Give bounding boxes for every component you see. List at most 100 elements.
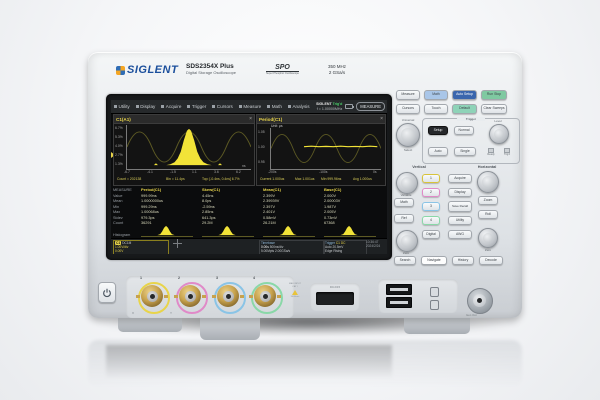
- horizontal-position-knob[interactable]: [477, 171, 499, 193]
- histogram-window-title: C1(A1): [116, 116, 131, 122]
- channel2-bnc: [174, 282, 208, 314]
- menu-utility[interactable]: Utility: [111, 100, 133, 113]
- trigger-single-button[interactable]: Single: [454, 147, 476, 156]
- save-recall-button[interactable]: Save Recall: [448, 201, 472, 212]
- universal-knob[interactable]: [396, 123, 420, 147]
- channel2-button[interactable]: 2: [422, 188, 440, 197]
- digital-button[interactable]: Digital: [422, 230, 440, 239]
- acquire-icon: [161, 105, 165, 108]
- gen-out-label: Gen Out: [466, 313, 477, 317]
- vertical-scale-knob[interactable]: [396, 230, 418, 252]
- channel1-descriptor[interactable]: C1 DC1M 1.00V/div 0.00V: [113, 240, 169, 254]
- cursors-button[interactable]: Cursors: [396, 104, 420, 114]
- level-label: Level: [494, 119, 502, 123]
- menu-cursors[interactable]: Cursors: [209, 100, 236, 113]
- horizontal-scale-knob[interactable]: [478, 228, 498, 248]
- table-row: Value 999.99ns 4.45ns 2.399V 2.000V: [113, 193, 337, 198]
- hist-ytick: 1.3%: [115, 162, 123, 166]
- ref-button[interactable]: Ref: [394, 214, 414, 223]
- trend-plot: [270, 128, 382, 170]
- hist-count: Count = 202138: [117, 177, 142, 181]
- awg-button[interactable]: AWG: [448, 230, 472, 239]
- trigger-auto-button[interactable]: Auto: [428, 147, 448, 156]
- history-button[interactable]: History: [452, 256, 474, 265]
- menu-analysis[interactable]: Analysis: [285, 100, 313, 113]
- default-button[interactable]: Default: [452, 104, 477, 114]
- histogram-thumbnail: [141, 225, 193, 237]
- vertical-position-knob[interactable]: [396, 172, 418, 194]
- roll-button[interactable]: Roll: [478, 210, 498, 219]
- usb-port-2: [386, 297, 412, 308]
- menu-trigger[interactable]: Trigger: [184, 100, 209, 113]
- hist-bin: Bin = 11.4ps: [166, 177, 185, 181]
- hist-xtick: -1.5: [170, 170, 176, 174]
- trend-window[interactable]: Period(C1) × Unit: μs 1.05 1.00 0.95 -20…: [256, 114, 386, 186]
- lcd-screen[interactable]: Utility Display Acquire Trigger Cursors …: [106, 94, 392, 260]
- ch1-number: 1: [140, 276, 142, 280]
- utility-button[interactable]: Utility: [448, 216, 472, 225]
- trigger-setup-button[interactable]: Setup: [428, 126, 448, 135]
- math-icon: [267, 105, 271, 108]
- table-row: Max 1.00068us 2.85ns 2.401V 2.005V: [113, 210, 337, 215]
- ch2-number: 2: [178, 276, 180, 280]
- trigd-led: Trig'd: [500, 148, 514, 156]
- spo-logo: SPO: [266, 64, 299, 72]
- center-stand: [200, 318, 260, 340]
- display-button[interactable]: Display: [448, 188, 472, 197]
- navigate-button[interactable]: Navigate: [421, 256, 447, 265]
- probe-comp-terminal-ground: [430, 300, 439, 310]
- hist-ytick: 6.7%: [115, 126, 123, 130]
- power-button[interactable]: [98, 282, 116, 303]
- measure-pill-button[interactable]: MEASURE: [356, 102, 385, 111]
- trend-ytick: 1.00: [258, 145, 265, 149]
- menu-display[interactable]: Display: [133, 100, 159, 113]
- hist-ytick: 2.7%: [115, 153, 123, 157]
- clear-sweeps-button[interactable]: Clear Sweeps: [481, 104, 507, 114]
- decode-button[interactable]: Decode: [479, 256, 503, 265]
- histogram-close-icon[interactable]: ×: [249, 116, 252, 122]
- histogram-trace: [126, 128, 252, 166]
- clock: 10:36:47 2024/2/24: [366, 240, 381, 249]
- channel4-button[interactable]: 4: [422, 216, 440, 225]
- menu-math[interactable]: Math: [264, 100, 285, 113]
- status-block: SIGLENT Trig'd f = 1.00000MHz: [316, 102, 342, 111]
- math-button-top[interactable]: Math: [424, 90, 448, 100]
- run-stop-button[interactable]: Run Stop: [481, 90, 507, 100]
- search-button[interactable]: Search: [394, 256, 416, 265]
- hist-top: Top: [-0.4ns, 0.4ns] 6.7%: [202, 177, 240, 181]
- ready-led: Ready: [484, 148, 498, 156]
- trend-close-icon[interactable]: ×: [380, 116, 383, 122]
- hist-xtick: 1.1: [192, 170, 197, 174]
- trigger-box[interactable]: Trigger C1 DC Auto 20.5mV Edge Rising: [323, 240, 367, 254]
- ch4-number: 4: [253, 276, 255, 280]
- trend-ytick: 1.05: [258, 130, 265, 134]
- acquire-button[interactable]: Acquire: [448, 174, 472, 183]
- crosshair-icon-v: [177, 239, 178, 248]
- zoom-button[interactable]: Zoom: [478, 196, 498, 205]
- trend-ytick: 0.95: [258, 160, 265, 164]
- trigger-level-knob[interactable]: [489, 124, 509, 144]
- math-button[interactable]: Math: [394, 198, 414, 207]
- horizontal-zero-label: Zero: [484, 248, 492, 252]
- touch-button[interactable]: Touch: [424, 104, 448, 114]
- histogram-thumbnails-row: Histogram: [113, 224, 385, 237]
- trend-window-titlebar[interactable]: Period(C1) ×: [257, 115, 385, 124]
- menu-acquire[interactable]: Acquire: [158, 100, 184, 113]
- channel1-button[interactable]: 1: [422, 174, 440, 183]
- table-row: Min 999.29ns -2.59ns 2.397V 1.987V: [113, 204, 337, 209]
- histogram-window-titlebar[interactable]: C1(A1) ×: [114, 115, 254, 124]
- probe-comp-terminal-signal: [430, 287, 439, 297]
- status-logo: SIGLENT: [316, 102, 332, 107]
- histogram-window[interactable]: C1(A1) × 6.7% 5.3% 4.0% 2.7% 1.3% -6.7 -…: [113, 114, 255, 186]
- histogram-thumbnail: [202, 225, 254, 237]
- channel3-button[interactable]: 3: [422, 202, 440, 211]
- horizontal-section-label: Horizontal: [477, 165, 497, 169]
- timebase-box[interactable]: Timebase 0.00s 500ns/div 5.00Mpts 2.00GS…: [259, 240, 325, 254]
- sample-rate: 2 GSa/s: [328, 69, 346, 75]
- trigger-section-label: Trigger: [457, 117, 485, 121]
- measure-button[interactable]: Measure: [396, 90, 420, 100]
- auto-setup-button[interactable]: Auto Setup: [452, 90, 477, 100]
- right-foot: [404, 316, 470, 334]
- trigger-normal-button[interactable]: Normal: [454, 126, 474, 135]
- menu-measure[interactable]: Measure: [236, 100, 264, 113]
